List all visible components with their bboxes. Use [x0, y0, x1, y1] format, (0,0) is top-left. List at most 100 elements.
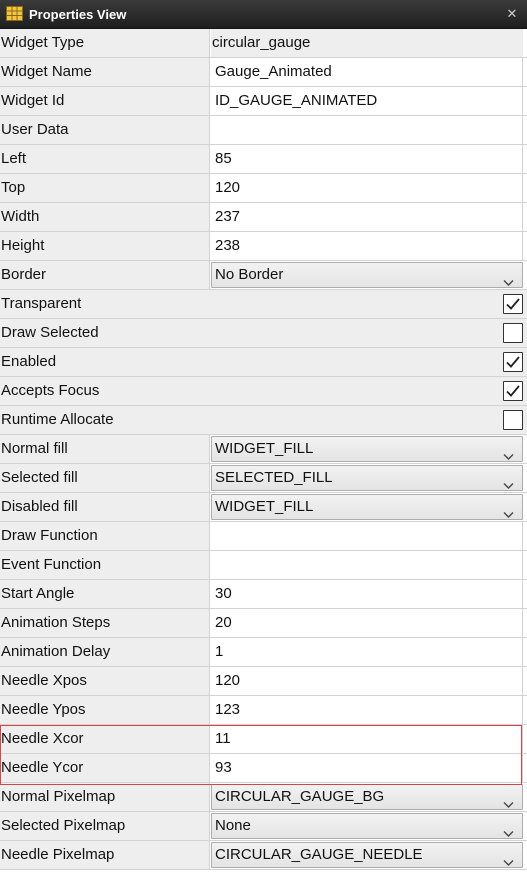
property-label: Selected fill [0, 464, 210, 492]
needle-pixelmap-select[interactable]: CIRCULAR_GAUGE_NEEDLE [211, 842, 523, 868]
property-row-left: Left 85 [0, 145, 527, 174]
property-label: Needle Pixelmap [0, 841, 210, 869]
property-label: Width [0, 203, 210, 231]
property-row-needle-ypos: Needle Ypos 123 [0, 696, 527, 725]
property-row-border: Border No Border [0, 261, 527, 290]
disabled-fill-select[interactable]: WIDGET_FILL [211, 494, 523, 520]
user-data-field[interactable] [211, 116, 523, 144]
grid-table-icon [6, 6, 23, 21]
chevron-down-icon [503, 822, 514, 837]
property-row-animation-delay: Animation Delay 1 [0, 638, 527, 667]
select-value: CIRCULAR_GAUGE_BG [215, 788, 385, 805]
property-label: Needle Ypos [0, 696, 210, 724]
property-label: Start Angle [0, 580, 210, 608]
select-value: CIRCULAR_GAUGE_NEEDLE [215, 846, 423, 863]
draw-selected-checkbox[interactable] [503, 323, 523, 343]
chevron-down-icon [503, 271, 514, 286]
needle-ypos-field[interactable]: 123 [211, 696, 523, 724]
check-icon [506, 298, 520, 310]
left-field[interactable]: 85 [211, 145, 523, 173]
property-label: Event Function [0, 551, 210, 579]
property-row-event-function: Event Function [0, 551, 527, 580]
property-row-accepts-focus: Accepts Focus [0, 377, 527, 406]
property-label: Top [0, 174, 210, 202]
selected-pixelmap-select[interactable]: None [211, 813, 523, 839]
property-label: Needle Xcor [0, 725, 210, 753]
property-label: Draw Function [0, 522, 210, 550]
property-row-runtime-allocate: Runtime Allocate [0, 406, 527, 435]
selected-fill-select[interactable]: SELECTED_FILL [211, 465, 523, 491]
chevron-down-icon [503, 793, 514, 808]
property-label: Accepts Focus [0, 377, 527, 405]
property-label: Disabled fill [0, 493, 210, 521]
property-label: Widget Id [0, 87, 210, 115]
property-label: Draw Selected [0, 319, 527, 347]
property-row-needle-ycor: Needle Ycor 93 [0, 754, 527, 783]
property-label: Transparent [0, 290, 527, 318]
height-field[interactable]: 238 [211, 232, 523, 260]
animation-delay-field[interactable]: 1 [211, 638, 523, 666]
close-icon[interactable]: ✕ [504, 6, 520, 22]
property-label: Needle Xpos [0, 667, 210, 695]
property-grid: Widget Type circular_gauge Widget Name Gaug… [0, 29, 527, 870]
panel-title: Properties View [29, 7, 127, 22]
property-label: Left [0, 145, 210, 173]
needle-ycor-field[interactable]: 93 [211, 754, 523, 782]
select-value: No Border [215, 266, 284, 283]
normal-fill-select[interactable]: WIDGET_FILL [211, 436, 523, 462]
property-row-widget-type: Widget Type circular_gauge [0, 29, 527, 58]
property-row-widget-name: Widget Name Gauge_Animated [0, 58, 527, 87]
needle-xpos-field[interactable]: 120 [211, 667, 523, 695]
property-row-transparent: Transparent [0, 290, 527, 319]
property-label: Runtime Allocate [0, 406, 527, 434]
property-row-needle-pixelmap: Needle Pixelmap CIRCULAR_GAUGE_NEEDLE [0, 841, 527, 870]
property-label: Animation Steps [0, 609, 210, 637]
property-row-disabled-fill: Disabled fill WIDGET_FILL [0, 493, 527, 522]
check-icon [506, 356, 520, 368]
property-label: Animation Delay [0, 638, 210, 666]
border-select[interactable]: No Border [211, 262, 523, 288]
widget-id-field[interactable]: ID_GAUGE_ANIMATED [211, 87, 523, 115]
property-row-top: Top 120 [0, 174, 527, 203]
property-row-user-data: User Data [0, 116, 527, 145]
property-value: circular_gauge [211, 29, 523, 57]
property-label: Selected Pixelmap [0, 812, 210, 840]
start-angle-field[interactable]: 30 [211, 580, 523, 608]
property-row-draw-function: Draw Function [0, 522, 527, 551]
accepts-focus-checkbox[interactable] [503, 381, 523, 401]
top-field[interactable]: 120 [211, 174, 523, 202]
chevron-down-icon [503, 474, 514, 489]
property-row-draw-selected: Draw Selected [0, 319, 527, 348]
property-row-width: Width 237 [0, 203, 527, 232]
widget-name-field[interactable]: Gauge_Animated [211, 58, 523, 86]
property-row-needle-xpos: Needle Xpos 120 [0, 667, 527, 696]
property-row-selected-pixelmap: Selected Pixelmap None [0, 812, 527, 841]
property-row-enabled: Enabled [0, 348, 527, 377]
runtime-allocate-checkbox[interactable] [503, 410, 523, 430]
property-label: Needle Ycor [0, 754, 210, 782]
property-row-height: Height 238 [0, 232, 527, 261]
property-row-animation-steps: Animation Steps 20 [0, 609, 527, 638]
needle-xcor-field[interactable]: 11 [211, 725, 523, 753]
event-function-field[interactable] [211, 551, 523, 579]
properties-titlebar: Properties View ✕ [0, 0, 527, 29]
property-row-widget-id: Widget Id ID_GAUGE_ANIMATED [0, 87, 527, 116]
animation-steps-field[interactable]: 20 [211, 609, 523, 637]
select-value: WIDGET_FILL [215, 498, 314, 515]
property-row-selected-fill: Selected fill SELECTED_FILL [0, 464, 527, 493]
normal-pixelmap-select[interactable]: CIRCULAR_GAUGE_BG [211, 784, 523, 810]
property-row-normal-fill: Normal fill WIDGET_FILL [0, 435, 527, 464]
chevron-down-icon [503, 445, 514, 460]
property-label: Normal fill [0, 435, 210, 463]
property-label: Normal Pixelmap [0, 783, 210, 811]
property-row-start-angle: Start Angle 30 [0, 580, 527, 609]
property-row-needle-xcor: Needle Xcor 11 [0, 725, 527, 754]
transparent-checkbox[interactable] [503, 294, 523, 314]
width-field[interactable]: 237 [211, 203, 523, 231]
select-value: None [215, 817, 251, 834]
property-label: User Data [0, 116, 210, 144]
chevron-down-icon [503, 851, 514, 866]
property-label: Height [0, 232, 210, 260]
enabled-checkbox[interactable] [503, 352, 523, 372]
draw-function-field[interactable] [211, 522, 523, 550]
